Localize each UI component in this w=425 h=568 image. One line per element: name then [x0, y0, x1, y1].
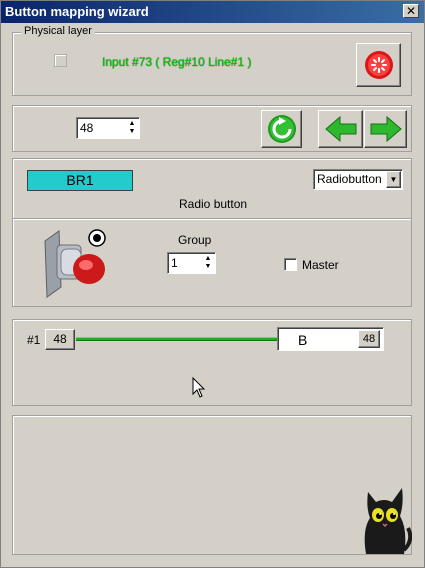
section-divider [13, 218, 411, 220]
window-title: Button mapping wizard [5, 4, 149, 19]
red-stop-icon [364, 51, 393, 79]
radio-indicator-icon [88, 229, 106, 247]
navigation-group: 48 ▲ ▼ [12, 105, 412, 152]
index-spinbox[interactable]: 48 ▲ ▼ [76, 117, 140, 139]
mapping-link-line [76, 337, 278, 341]
button-name-field[interactable]: BR1 [27, 170, 133, 191]
refresh-button[interactable] [261, 110, 302, 148]
group-spinbox[interactable]: 1 ▲ ▼ [167, 252, 216, 274]
mapping-group: #1 48 B 48 [12, 319, 412, 406]
spin-arrows-icon[interactable]: ▲ ▼ [203, 255, 213, 271]
mapping-right-value: 48 [358, 330, 380, 348]
button-definition-group: BR1 Radiobutton ▼ Radio button Group 1 ▲… [12, 158, 412, 307]
physical-layer-caption: Physical layer [21, 25, 95, 37]
index-spinbox-value: 48 [80, 121, 94, 135]
physical-layer-indicator [54, 54, 67, 67]
master-label: Master [302, 258, 339, 272]
mapping-key-box[interactable]: B 48 [277, 327, 384, 351]
black-cat-icon [364, 488, 412, 554]
chevron-down-icon[interactable]: ▼ [386, 171, 401, 188]
physical-layer-group: Physical layer Input #73 ( Reg#10 Line#1… [12, 25, 412, 96]
master-checkbox[interactable] [284, 258, 297, 271]
mapping-key-label: B [298, 332, 308, 348]
mapping-index-label: #1 [27, 333, 41, 347]
button-type-value: Radiobutton [317, 172, 382, 186]
wizard-window: Button mapping wizard ✕ Physical layer I… [0, 0, 425, 568]
spin-arrows-icon[interactable]: ▲ ▼ [127, 120, 137, 136]
next-button[interactable] [364, 110, 407, 148]
mouse-cursor-icon [192, 377, 206, 398]
green-left-arrow-icon [324, 115, 356, 143]
reset-button[interactable] [356, 43, 401, 87]
green-refresh-icon [267, 115, 296, 143]
green-right-arrow-icon [370, 115, 402, 143]
input-info-label: Input #73 ( Reg#10 Line#1 ) [102, 55, 252, 69]
previous-button[interactable] [318, 110, 363, 148]
button-type-caption: Radio button [179, 197, 248, 211]
group-label: Group [178, 233, 212, 247]
close-button[interactable]: ✕ [403, 4, 419, 18]
button-type-select[interactable]: Radiobutton ▼ [313, 169, 403, 190]
title-bar: Button mapping wizard ✕ [1, 1, 424, 23]
mapping-left-value[interactable]: 48 [45, 329, 75, 350]
bottom-info-area [12, 415, 412, 555]
group-spinbox-value: 1 [171, 256, 178, 270]
